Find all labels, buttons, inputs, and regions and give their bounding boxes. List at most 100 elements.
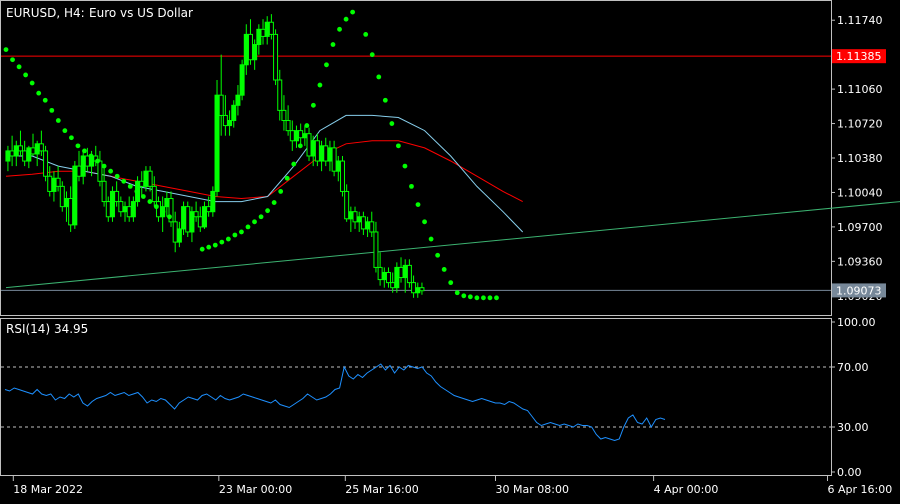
candle-body [314,140,320,162]
rsi-tick-label: 100.00 [837,316,876,329]
time-tick-label: 25 Mar 16:00 [345,483,418,496]
candle-body [139,180,145,187]
sar-dot [441,267,447,272]
candle-body [193,211,199,218]
candle-body [273,33,279,81]
sar-dot [82,148,87,154]
sar-dot [108,168,114,174]
time-tick-label: 4 Apr 00:00 [654,483,719,496]
candle-body [84,155,90,167]
candle-body [298,130,304,139]
candle-body [80,155,86,177]
price-tick-label: 1.10380 [837,152,883,165]
sar-dot [69,135,74,141]
sar-dot [258,214,264,220]
candle-body [285,120,291,132]
sar-dot [252,219,257,225]
sar-dot [271,200,277,205]
sar-dot [134,189,140,194]
candle-body [373,231,379,268]
candle-body [247,33,253,61]
sar-dot [95,158,100,164]
candle-body [164,198,170,208]
candle-body [293,130,299,142]
candle-body [231,104,237,122]
candle-body [13,145,19,157]
candle-body [143,170,149,187]
candle-body [365,221,371,230]
candle-body [335,160,341,172]
candle-body [415,287,421,294]
candle-body [356,216,362,223]
symbol-label: EURUSD, H4: [6,6,85,20]
candle-body [344,190,350,220]
sar-dot [121,178,127,184]
sar-dot [481,295,486,301]
candle-body [17,145,23,152]
candle-body [281,109,287,122]
candle-body [72,165,78,226]
sar-dot [291,161,297,167]
candle-body [130,201,136,218]
rsi-tick-label: 70.00 [837,361,869,374]
candle-body [402,264,408,279]
sar-dot [474,295,480,301]
sar-dot [167,214,172,220]
candle-body [76,165,82,177]
sar-dot [494,295,499,301]
sar-dot [36,90,42,96]
candle-body [47,175,53,192]
price-tick-label: 1.09700 [837,221,883,234]
candle-body [189,211,195,233]
candle-body [109,190,115,218]
candle-body [30,147,36,155]
candle-body [381,271,387,281]
candle-body [9,150,15,157]
candle-body [114,190,120,203]
chart-window: 1.117401.114001.110601.107201.103801.100… [0,0,900,500]
candle-body [319,145,325,162]
sar-dot [461,293,467,299]
sar-dot [206,244,212,250]
candle-body [105,201,111,218]
sar-dot [154,204,159,210]
sar-dot [467,294,473,300]
candle-body [43,150,49,177]
time-tick-label: 18 Mar 2022 [13,483,83,496]
candle-body [256,28,262,46]
candle-body [197,216,203,228]
resistance-price-label: 1.11385 [836,50,882,63]
sar-dot [310,102,316,108]
sar-dot [23,72,29,78]
sar-dot [75,143,81,149]
candle-body [222,114,228,127]
candle-body [411,282,417,294]
sar-dot [415,202,421,208]
sar-dot [382,97,388,103]
rsi-panel [1,363,831,442]
candle-body [63,198,69,208]
sar-dot [55,118,61,123]
sar-dot [330,42,336,47]
price-tick-label: 1.10040 [837,186,883,199]
sar-dot [88,153,94,159]
candle-body [252,44,258,61]
sar-dot [304,123,310,128]
candle-body [201,206,207,228]
bid-price-label: 1.09073 [836,284,882,297]
candle-body [306,133,312,157]
candle-body [327,147,333,162]
candle-body [214,94,220,192]
sar-dot [232,232,238,238]
candle-body [34,143,40,155]
candle-body [22,150,28,162]
candle-body [390,282,396,289]
candle-body [97,160,103,182]
candle-body [310,140,316,157]
candle-body [26,147,32,162]
sar-dot [402,163,408,169]
candle-body [155,201,161,218]
price-tick-label: 1.11060 [837,83,883,96]
sar-dot [487,295,493,301]
candle-body [185,206,191,233]
